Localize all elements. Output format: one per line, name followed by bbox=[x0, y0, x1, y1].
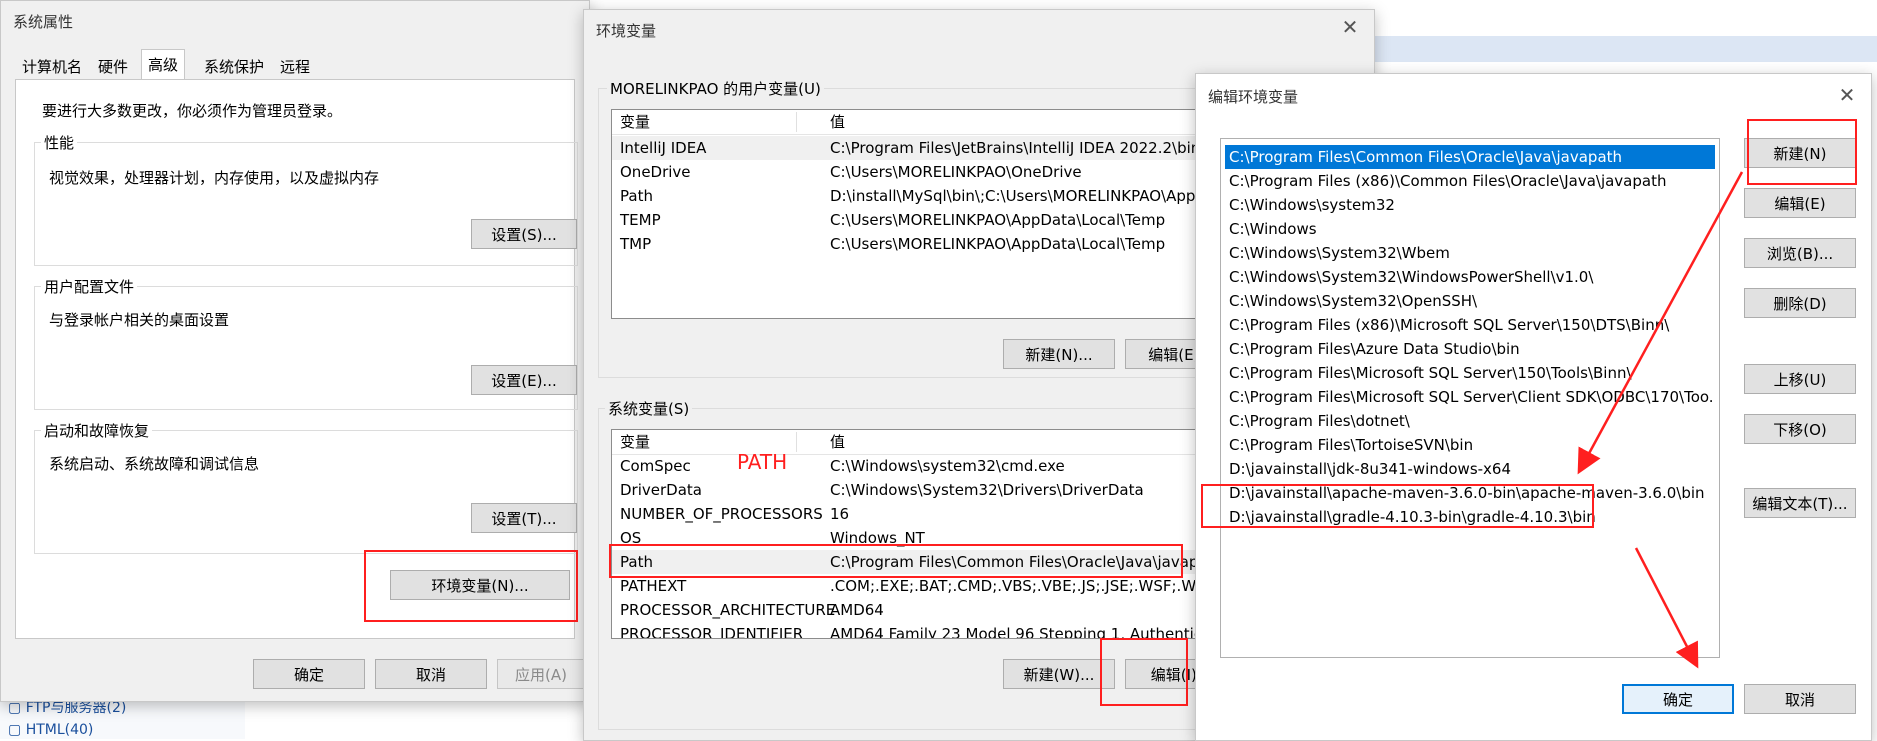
arrow-to-ok bbox=[1634, 547, 1699, 669]
arrow-new-to-list bbox=[1577, 171, 1744, 475]
annotation-arrows bbox=[1577, 171, 1744, 669]
